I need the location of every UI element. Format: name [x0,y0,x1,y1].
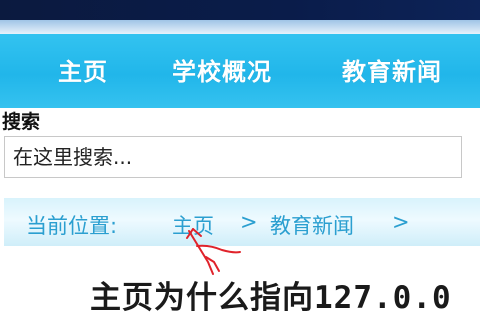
nav-item-home[interactable]: 主页 [58,52,108,87]
breadcrumb-separator: > [392,210,410,234]
main-nav-bar: 主页 学校概况 教育新闻 [0,34,480,108]
nav-item-school-overview[interactable]: 学校概况 [172,52,272,87]
top-banner-edge [0,20,480,34]
nav-item-education-news[interactable]: 教育新闻 [342,52,442,87]
breadcrumb-item-education-news[interactable]: 教育新闻 [270,210,354,240]
breadcrumb-separator: > [240,210,258,234]
breadcrumb-item-home[interactable]: 主页 [172,210,214,240]
breadcrumb-prefix: 当前位置: [26,214,118,238]
search-input[interactable] [4,136,462,178]
article-title: 主页为什么指向127.0.0 [90,280,452,316]
search-label: 搜索 [2,111,41,133]
top-banner-strip [0,0,480,20]
breadcrumb: 当前位置: 主页 > 教育新闻 > [4,198,480,246]
